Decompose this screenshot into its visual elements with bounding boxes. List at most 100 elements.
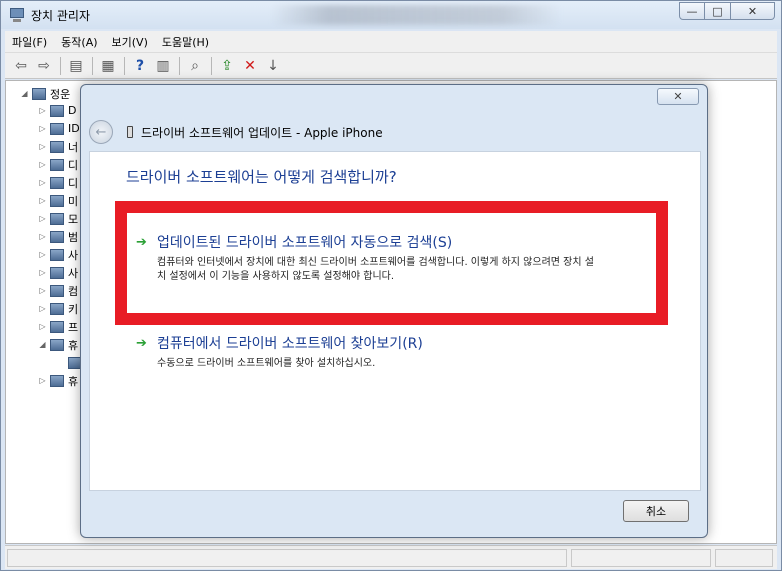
tree-item-label: 너 xyxy=(68,140,79,154)
properties-icon[interactable]: ▤ xyxy=(66,56,86,76)
expand-arrow-icon[interactable]: ▷ xyxy=(38,160,47,169)
tree-item-label: 범 xyxy=(68,230,79,244)
tree-item-label: 사 xyxy=(68,266,79,280)
option-browse-description: 수동으로 드라이버 소프트웨어를 찾아 설치하십시오. xyxy=(157,358,376,369)
expand-arrow-icon[interactable]: ▷ xyxy=(38,286,47,295)
tree-item-expanded[interactable]: ◢ 휴 xyxy=(38,336,78,353)
tree-item-label: 디 xyxy=(68,158,79,172)
back-arrow-icon[interactable]: ← xyxy=(89,120,113,144)
collapse-arrow-icon[interactable]: ◢ xyxy=(20,89,29,98)
tree-item[interactable]: ▷ 디 xyxy=(38,156,78,173)
device-category-icon xyxy=(50,374,64,387)
tree-item[interactable]: ▷ 프 xyxy=(38,318,78,335)
window-title: 장치 관리자 xyxy=(31,8,91,23)
dialog-question: 드라이버 소프트웨어는 어떻게 검색합니까? xyxy=(126,168,397,186)
device-manager-icon xyxy=(9,7,25,23)
menu-file[interactable]: 파일(F) xyxy=(5,34,54,50)
green-arrow-icon: ➔ xyxy=(136,234,147,250)
option-auto-search[interactable]: ➔ 업데이트된 드라이버 소프트웨어 자동으로 검색(S) 컴퓨터와 인터넷에서… xyxy=(136,232,597,284)
expand-arrow-icon[interactable]: ▷ xyxy=(38,106,47,115)
computer-icon xyxy=(32,87,46,100)
minimize-button[interactable]: — xyxy=(679,2,705,20)
tree-item[interactable]: ▷ 키 xyxy=(38,300,78,317)
window-controls: — □ ✕ xyxy=(679,2,775,20)
maximize-button[interactable]: □ xyxy=(705,2,731,20)
toolbar-separator xyxy=(211,56,212,75)
collapse-arrow-icon[interactable]: ◢ xyxy=(38,340,47,349)
tree-item[interactable]: ▷ 디 xyxy=(38,174,78,191)
option-auto-title[interactable]: 업데이트된 드라이버 소프트웨어 자동으로 검색(S) xyxy=(157,232,452,252)
tree-item-label: 디 xyxy=(68,176,79,190)
tree-item[interactable]: ▷ 사 xyxy=(38,246,78,263)
help-icon[interactable]: ? xyxy=(130,56,150,76)
toolbar: ⇦ ⇨ ▤ ▦ ? ▥ ⌕ ⇪ ✕ ↓ xyxy=(5,53,777,79)
expand-arrow-icon[interactable]: ▷ xyxy=(38,304,47,313)
status-segment xyxy=(571,549,711,567)
status-segment xyxy=(715,549,773,567)
disable-icon[interactable]: ↓ xyxy=(263,56,283,76)
dialog-body: 드라이버 소프트웨어는 어떻게 검색합니까? ➔ 업데이트된 드라이버 소프트웨… xyxy=(89,151,701,491)
expand-arrow-icon[interactable]: ▷ xyxy=(38,196,47,205)
option-auto-description: 컴퓨터와 인터넷에서 장치에 대한 최신 드라이버 소프트웨어를 검색합니다. … xyxy=(157,257,594,282)
forward-arrow-icon[interactable]: ⇨ xyxy=(34,56,54,76)
tree-item-label: 모 xyxy=(68,212,79,226)
tree-item[interactable]: ▷ 미 xyxy=(38,192,78,209)
tree-root[interactable]: ◢ 정운 xyxy=(20,85,70,102)
dialog-close-button[interactable]: ✕ xyxy=(657,88,699,105)
tree-item[interactable]: ▷ D xyxy=(38,102,76,119)
blurred-background-title xyxy=(271,5,561,25)
option-browse-title[interactable]: 컴퓨터에서 드라이버 소프트웨어 찾아보기(R) xyxy=(157,333,423,353)
view-icon[interactable]: ▥ xyxy=(153,56,173,76)
expand-arrow-icon[interactable]: ▷ xyxy=(38,214,47,223)
menu-view[interactable]: 보기(V) xyxy=(105,34,155,50)
expand-arrow-icon[interactable]: ▷ xyxy=(38,376,47,385)
close-button[interactable]: ✕ xyxy=(731,2,775,20)
device-category-icon xyxy=(50,140,64,153)
tree-item[interactable]: ▷ 범 xyxy=(38,228,78,245)
device-category-icon xyxy=(50,248,64,261)
update-driver-icon[interactable]: ⇪ xyxy=(217,56,237,76)
expand-arrow-icon[interactable]: ▷ xyxy=(38,250,47,259)
expand-arrow-icon[interactable]: ▷ xyxy=(38,322,47,331)
status-bar xyxy=(5,545,777,569)
tree-item[interactable]: ▷ 사 xyxy=(38,264,78,281)
tree-item[interactable]: ▷ 너 xyxy=(38,138,78,155)
back-arrow-icon[interactable]: ⇦ xyxy=(11,56,31,76)
tree-item-label: ID xyxy=(68,122,80,135)
device-category-icon xyxy=(50,194,64,207)
expand-arrow-icon[interactable]: ▷ xyxy=(38,142,47,151)
device-category-icon xyxy=(50,212,64,225)
expand-arrow-icon[interactable]: ▷ xyxy=(38,232,47,241)
option-browse-computer[interactable]: ➔ 컴퓨터에서 드라이버 소프트웨어 찾아보기(R) 수동으로 드라이버 소프트… xyxy=(136,333,597,371)
menu-action[interactable]: 동작(A) xyxy=(54,34,104,50)
title-bar[interactable]: 장치 관리자 — □ ✕ xyxy=(1,1,781,29)
tree-item-label: 프 xyxy=(68,320,79,334)
expand-arrow-icon[interactable]: ▷ xyxy=(38,124,47,133)
device-category-icon xyxy=(50,320,64,333)
tree-item-label: 키 xyxy=(68,302,79,316)
tree-item-label: 사 xyxy=(68,248,79,262)
device-category-icon xyxy=(50,176,64,189)
expand-arrow-icon[interactable]: ▷ xyxy=(38,268,47,277)
tree-item-label: 휴 xyxy=(68,374,79,388)
toolbar-separator xyxy=(92,56,93,75)
dialog-footer: 취소 xyxy=(89,491,701,533)
menu-help[interactable]: 도움말(H) xyxy=(155,34,216,50)
tree-item[interactable]: ▷ 컴 xyxy=(38,282,78,299)
refresh-list-icon[interactable]: ▦ xyxy=(98,56,118,76)
tree-item[interactable]: ▷ 모 xyxy=(38,210,78,227)
status-segment xyxy=(7,549,567,567)
tree-item[interactable]: ▷ 휴 xyxy=(38,372,78,389)
cancel-button[interactable]: 취소 xyxy=(623,500,689,522)
device-category-icon xyxy=(50,284,64,297)
expand-arrow-icon[interactable]: ▷ xyxy=(38,178,47,187)
toolbar-separator xyxy=(124,56,125,75)
toolbar-separator xyxy=(60,56,61,75)
device-category-icon xyxy=(50,104,64,117)
device-category-icon xyxy=(50,122,64,135)
scan-hardware-icon[interactable]: ⌕ xyxy=(185,56,205,76)
update-driver-dialog: ✕ ← 드라이버 소프트웨어 업데이트 - Apple iPhone 드라이버 … xyxy=(80,84,708,538)
uninstall-icon[interactable]: ✕ xyxy=(240,56,260,76)
tree-item[interactable]: ▷ ID xyxy=(38,120,80,137)
dialog-title: 드라이버 소프트웨어 업데이트 - Apple iPhone xyxy=(141,125,383,140)
